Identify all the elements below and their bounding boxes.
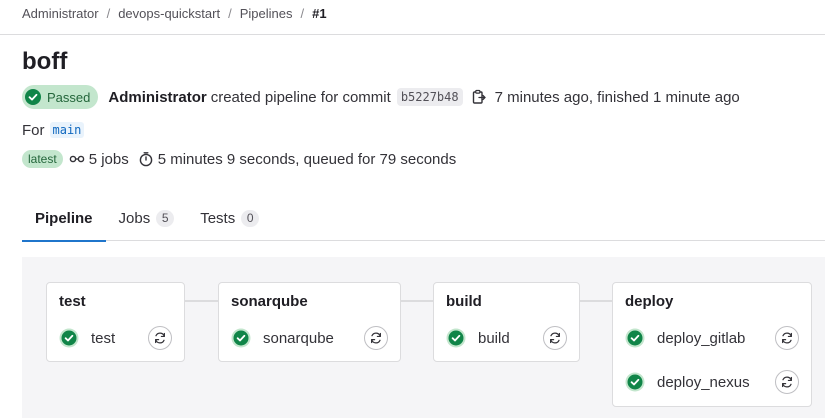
timer-icon	[139, 152, 153, 167]
ref-prefix: For	[22, 121, 45, 139]
created-text: created pipeline for commit	[210, 88, 391, 106]
job-name: build	[478, 329, 510, 347]
job-sonarqube[interactable]: sonarqube	[231, 326, 388, 350]
pipeline-status-row: Passed Administrator created pipeline fo…	[22, 85, 740, 109]
stage-build: build build	[433, 282, 580, 362]
job-deploy-nexus[interactable]: deploy_nexus	[625, 370, 799, 394]
breadcrumb-current: #1	[312, 5, 327, 21]
success-status-icon	[446, 328, 466, 348]
job-name: deploy_gitlab	[657, 329, 746, 347]
breadcrumb-administrator[interactable]: Administrator	[22, 6, 99, 21]
tab-label: Jobs	[118, 209, 151, 227]
breadcrumb-separator: /	[300, 5, 305, 21]
job-name: test	[91, 329, 116, 347]
status-badge[interactable]: Passed	[22, 85, 99, 109]
job-name: deploy_nexus	[657, 373, 750, 391]
ref-row: For main	[22, 120, 85, 140]
commit-sha[interactable]: b5227b48	[396, 88, 463, 106]
pipeline-tabs: Pipeline Jobs 5 Tests 0	[22, 195, 825, 242]
breadcrumb-separator: /	[106, 5, 111, 21]
retry-icon	[782, 332, 792, 344]
branch-ref[interactable]: main	[49, 122, 85, 138]
success-status-icon	[625, 328, 645, 348]
stage-title: build	[446, 293, 482, 310]
stage-connector	[580, 300, 612, 302]
stage-test: test test	[46, 282, 185, 362]
success-status-icon	[231, 328, 251, 348]
stage-deploy: deploy deploy_gitlab deploy_nexus	[612, 282, 812, 407]
stage-title: test	[59, 293, 86, 310]
success-status-icon	[625, 372, 645, 392]
retry-icon	[371, 332, 381, 344]
job-test[interactable]: test	[59, 326, 172, 350]
breadcrumb: Administrator / devops-quickstart / Pipe…	[22, 4, 327, 22]
pipeline-graph: test test sonarqube sonarqube build buil…	[22, 257, 825, 418]
retry-button[interactable]	[364, 326, 388, 350]
retry-button[interactable]	[543, 326, 567, 350]
tab-label: Tests	[200, 209, 236, 227]
tab-count-badge: 5	[156, 209, 175, 227]
breadcrumb-project[interactable]: devops-quickstart	[118, 6, 220, 21]
pipeline-icon	[69, 155, 84, 163]
pipeline-duration: 5 minutes 9 seconds, queued for 79 secon…	[157, 150, 457, 168]
job-build[interactable]: build	[446, 326, 567, 350]
retry-icon	[155, 332, 165, 344]
success-status-icon	[59, 328, 79, 348]
retry-button[interactable]	[148, 326, 172, 350]
header-divider	[0, 34, 825, 35]
tab-jobs[interactable]: Jobs 5	[106, 195, 188, 241]
stage-title: deploy	[625, 293, 674, 310]
tab-label: Pipeline	[35, 209, 93, 227]
tab-count-badge: 0	[241, 209, 260, 227]
stage-connector	[185, 300, 218, 302]
retry-icon	[782, 376, 792, 388]
stage-connector	[401, 300, 433, 302]
copy-icon[interactable]	[471, 89, 487, 105]
stage-sonarqube: sonarqube sonarqube	[218, 282, 401, 362]
retry-icon	[550, 332, 560, 344]
breadcrumb-separator: /	[228, 5, 232, 21]
latest-badge: latest	[22, 150, 63, 168]
retry-button[interactable]	[775, 370, 799, 394]
pipeline-timing: 7 minutes ago, finished 1 minute ago	[494, 88, 740, 106]
status-badge-label: Passed	[47, 89, 91, 105]
job-deploy-gitlab[interactable]: deploy_gitlab	[625, 326, 799, 350]
check-circle-icon	[25, 89, 41, 105]
retry-button[interactable]	[775, 326, 799, 350]
author-link[interactable]: Administrator	[108, 89, 206, 106]
tab-pipeline[interactable]: Pipeline	[22, 195, 106, 242]
page-title: boff	[22, 48, 68, 75]
tab-tests[interactable]: Tests 0	[187, 195, 272, 241]
breadcrumb-pipelines[interactable]: Pipelines	[240, 6, 293, 21]
stage-title: sonarqube	[231, 293, 308, 310]
jobs-count: 5 jobs	[88, 150, 129, 168]
meta-row: latest 5 jobs 5 minutes 9 seconds, queue…	[22, 149, 456, 169]
job-name: sonarqube	[263, 329, 334, 347]
